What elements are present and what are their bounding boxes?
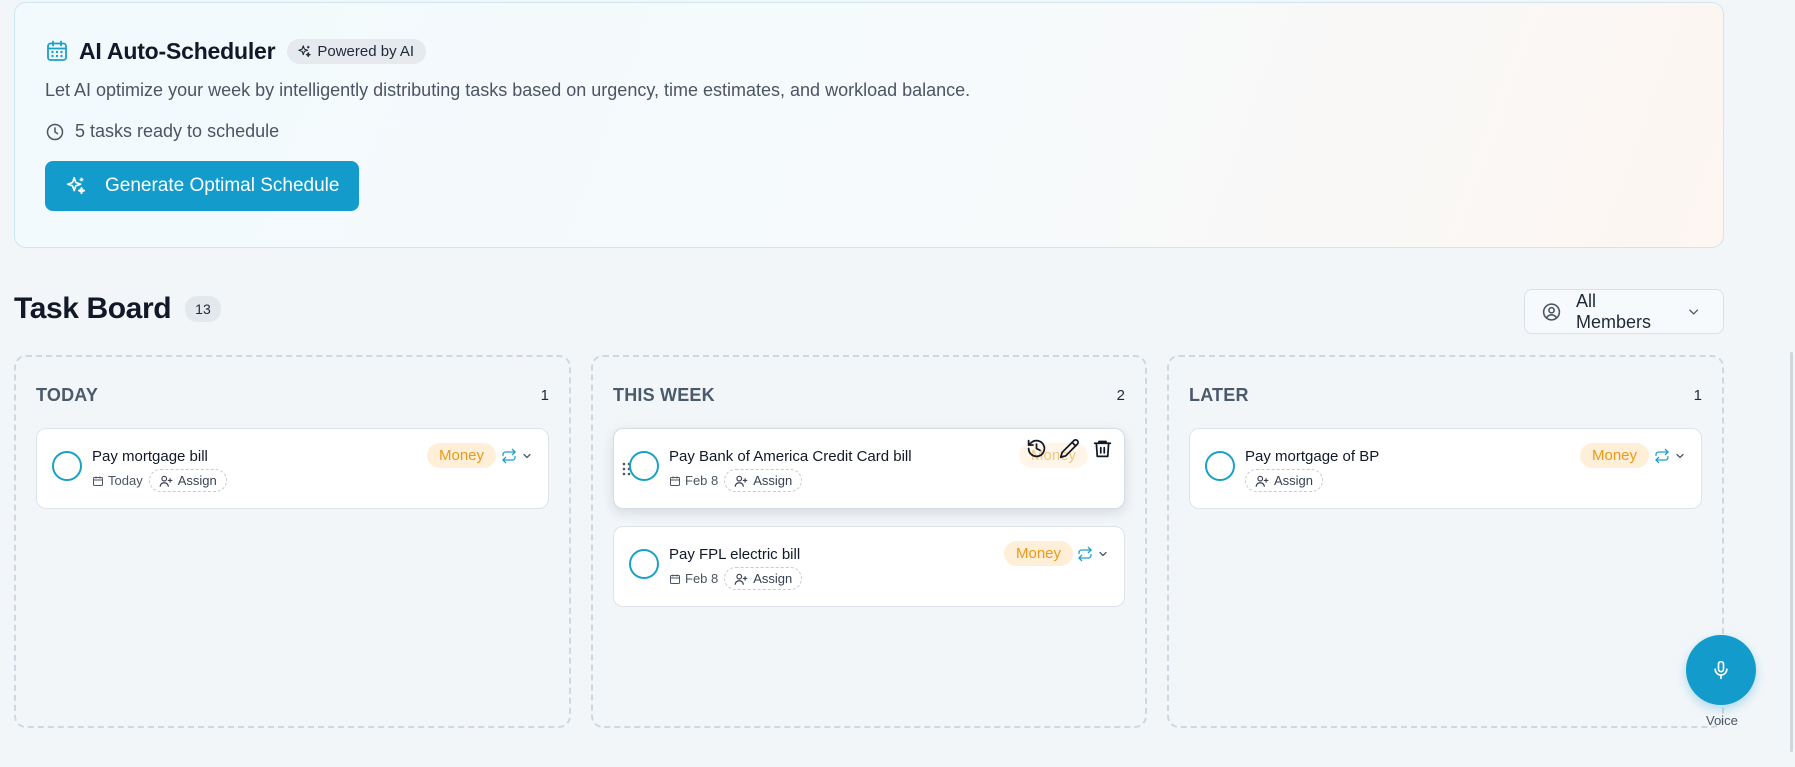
column-count: 1	[540, 386, 549, 404]
chevron-down-icon	[1688, 308, 1698, 315]
assign-button[interactable]: Assign	[724, 469, 803, 492]
task-board-header: Task Board 13	[14, 292, 221, 326]
user-plus-icon	[734, 475, 748, 487]
assign-label: Assign	[1274, 473, 1314, 488]
assign-button[interactable]: Assign	[148, 469, 227, 492]
trash-icon[interactable]	[1092, 438, 1113, 459]
task-title: Pay FPL electric bill	[669, 546, 801, 563]
page-title: Task Board	[14, 292, 172, 325]
member-filter-value: All Members	[1576, 290, 1652, 332]
column-count: 1	[1693, 386, 1702, 404]
task-due-date: Feb 8	[669, 571, 718, 586]
assign-label: Assign	[753, 473, 793, 488]
column-today: TODAY 1 Pay mortgage bill Today Assign M…	[14, 355, 571, 728]
task-due-date-text: Feb 8	[685, 473, 719, 488]
assign-label: Assign	[753, 571, 793, 586]
user-plus-icon	[159, 475, 173, 487]
task-actions	[1026, 438, 1113, 459]
task-complete-checkbox[interactable]	[629, 549, 659, 579]
user-plus-icon	[734, 573, 748, 585]
scheduler-header: AI Auto-Scheduler Powered by AI	[45, 37, 1693, 65]
calendar-icon	[670, 574, 680, 584]
column-this-week: THIS WEEK 2 Pay Bank of America Credit C…	[591, 355, 1147, 728]
category-tag: Money	[1004, 541, 1074, 566]
column-header: LATER 1	[1189, 381, 1702, 409]
category-tag: Money	[427, 443, 497, 468]
chevron-down-icon[interactable]	[521, 450, 533, 462]
task-card[interactable]: Pay FPL electric bill Feb 8 Assign Money	[613, 526, 1125, 607]
voice-label: Voice	[1706, 713, 1738, 728]
repeat-icon[interactable]	[501, 448, 517, 464]
microphone-icon	[1714, 660, 1728, 680]
column-header: THIS WEEK 2	[613, 381, 1125, 409]
scheduler-title: AI Auto-Scheduler	[79, 37, 276, 64]
task-complete-checkbox[interactable]	[52, 451, 82, 481]
category-tag: Money	[1580, 443, 1650, 468]
generate-schedule-button[interactable]: Generate Optimal Schedule	[45, 161, 360, 211]
calendar-icon	[47, 40, 67, 61]
column-count: 2	[1116, 386, 1125, 404]
assign-label: Assign	[177, 473, 217, 488]
calendar-icon	[670, 476, 680, 486]
calendar-icon	[93, 476, 103, 486]
clock-icon	[46, 123, 64, 140]
task-due-date-text: Today	[108, 473, 143, 488]
task-meta: Feb 8 Assign	[669, 469, 803, 492]
sparkles-icon	[66, 176, 86, 195]
task-complete-checkbox[interactable]	[629, 451, 659, 481]
history-icon[interactable]	[1026, 438, 1047, 459]
assign-button[interactable]: Assign	[724, 567, 803, 590]
user-circle-icon	[1542, 302, 1561, 321]
task-card[interactable]: Pay Bank of America Credit Card bill Feb…	[613, 428, 1125, 509]
column-title: TODAY	[36, 384, 99, 405]
ai-scheduler-panel: AI Auto-Scheduler Powered by AI Let AI o…	[14, 2, 1724, 248]
repeat-icon[interactable]	[1077, 546, 1093, 562]
sparkles-icon	[298, 44, 312, 57]
column-title: THIS WEEK	[613, 384, 715, 405]
task-meta: Assign	[1245, 469, 1324, 492]
task-title: Pay mortgage of BP	[1245, 448, 1380, 465]
task-card[interactable]: Pay mortgage of BP Assign Money	[1189, 428, 1702, 509]
member-filter-select[interactable]: All Members	[1524, 289, 1724, 334]
pencil-icon[interactable]	[1059, 438, 1080, 459]
chevron-down-icon[interactable]	[1097, 548, 1109, 560]
tasks-ready-status: 5 tasks ready to schedule	[45, 121, 1693, 142]
column-header: TODAY 1	[36, 381, 549, 409]
task-title: Pay Bank of America Credit Card bill	[669, 448, 912, 465]
tasks-ready-text: 5 tasks ready to schedule	[75, 121, 280, 141]
task-meta: Feb 8 Assign	[669, 567, 803, 590]
column-later: LATER 1 Pay mortgage of BP Assign Money	[1167, 355, 1724, 728]
scheduler-description: Let AI optimize your week by intelligent…	[45, 80, 971, 100]
badge-label: Powered by AI	[317, 42, 415, 60]
task-complete-checkbox[interactable]	[1205, 451, 1235, 481]
voice-button[interactable]	[1686, 635, 1756, 705]
assign-button[interactable]: Assign	[1245, 469, 1324, 492]
repeat-icon[interactable]	[1654, 448, 1670, 464]
task-count-badge: 13	[185, 296, 221, 322]
task-title: Pay mortgage bill	[92, 448, 208, 465]
task-due-date-text: Feb 8	[685, 571, 719, 586]
column-title: LATER	[1189, 384, 1249, 405]
chevron-down-icon[interactable]	[1674, 450, 1686, 462]
user-plus-icon	[1255, 475, 1269, 487]
task-due-date: Feb 8	[669, 473, 718, 488]
task-meta: Today Assign	[92, 469, 227, 492]
task-due-date: Today	[92, 473, 143, 488]
generate-schedule-label: Generate Optimal Schedule	[105, 175, 340, 196]
powered-by-ai-badge: Powered by AI	[287, 38, 427, 64]
task-card[interactable]: Pay mortgage bill Today Assign Money	[36, 428, 549, 509]
scrollbar[interactable]	[1790, 352, 1793, 752]
